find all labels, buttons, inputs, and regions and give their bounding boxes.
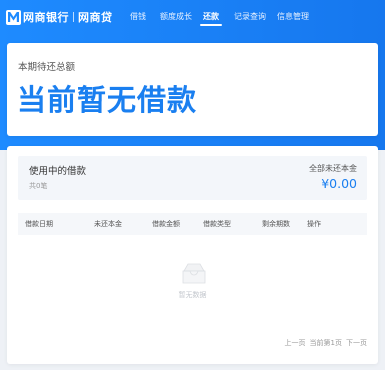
column-header-actions: 操作 [307, 220, 321, 228]
top-navigation-bar: 网商银行 网商贷 借钱 额度成长 还款 记录查询 信息管理 [0, 0, 385, 34]
active-loans-count: 共0笔 [29, 182, 48, 190]
pagination: 上一页 当前第1页 下一页 [285, 338, 367, 348]
repayment-summary-card: 本期待还总额 当前暂无借款 [7, 43, 378, 136]
active-loans-title: 使用中的借款 [29, 166, 87, 177]
prev-page-link[interactable]: 上一页 [285, 338, 306, 348]
loans-table-header: 借款日期 未还本金 借款金额 借款类型 剩余期数 操作 [18, 213, 367, 235]
active-tab-indicator [200, 24, 222, 26]
nav-item-info-management[interactable]: 信息管理 [277, 11, 309, 22]
empty-inbox-icon [182, 263, 206, 284]
main-nav: 借钱 额度成长 还款 记录查询 信息管理 [0, 0, 385, 34]
column-header-loan-date: 借款日期 [25, 220, 53, 228]
nav-item-borrow[interactable]: 借钱 [130, 11, 146, 22]
outstanding-principal-value: ¥0.00 [321, 176, 357, 191]
column-header-unpaid-principal: 未还本金 [94, 220, 122, 228]
due-total-label: 本期待还总额 [18, 62, 76, 73]
nav-item-records[interactable]: 记录查询 [234, 11, 266, 22]
column-header-remaining-terms: 剩余期数 [262, 220, 290, 228]
nav-item-repay[interactable]: 还款 [203, 11, 219, 22]
due-total-value: 当前暂无借款 [17, 83, 198, 117]
column-header-loan-type: 借款类型 [203, 220, 231, 228]
current-page-indicator: 当前第1页 [309, 339, 342, 347]
empty-state-text: 暂无数据 [178, 291, 207, 299]
active-loans-card: 使用中的借款 共0笔 全部未还本金 ¥0.00 借款日期 未还本金 借款金额 借… [7, 146, 378, 364]
outstanding-principal-label: 全部未还本金 [309, 164, 357, 173]
active-loans-header: 使用中的借款 共0笔 全部未还本金 ¥0.00 [18, 156, 367, 200]
next-page-link[interactable]: 下一页 [346, 338, 367, 348]
nav-item-credit-growth[interactable]: 额度成长 [160, 11, 192, 22]
column-header-loan-amount: 借款金额 [152, 220, 180, 228]
